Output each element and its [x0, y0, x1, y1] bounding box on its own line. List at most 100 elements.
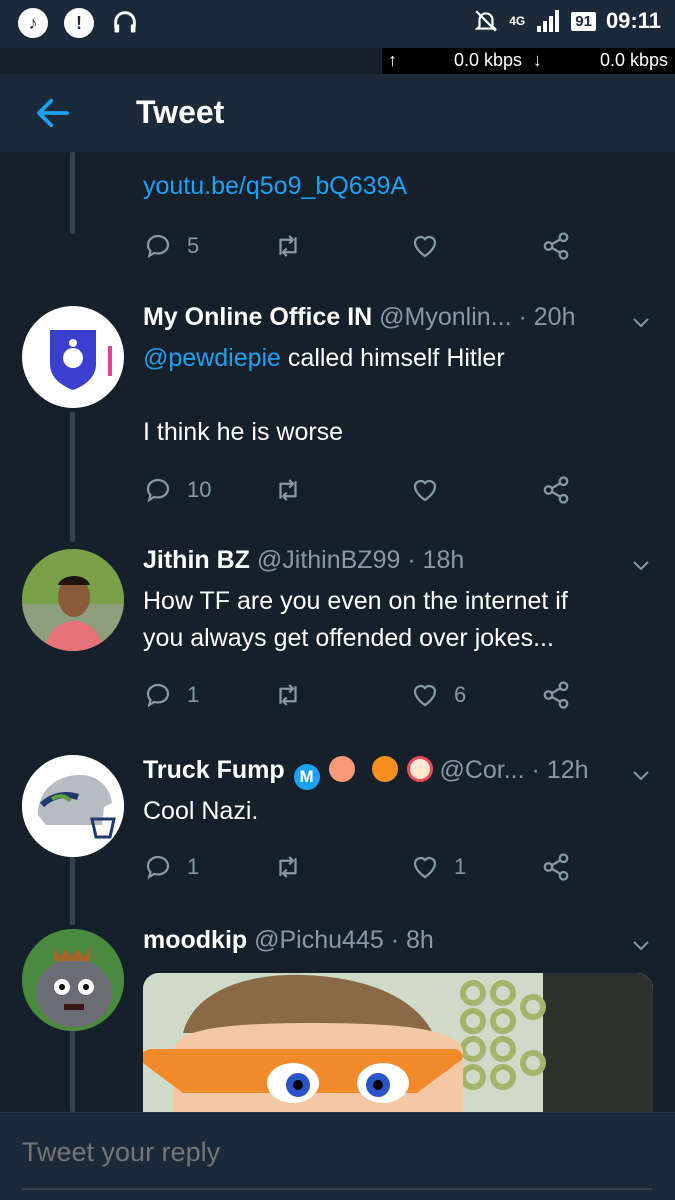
clock: 09:11: [605, 8, 661, 33]
chevron-down-icon[interactable]: [629, 933, 653, 957]
reply-count: 1: [187, 682, 200, 707]
heart-icon: [413, 479, 437, 502]
mention-link[interactable]: @pewdiepie: [143, 344, 281, 372]
tweet-media-image[interactable]: [143, 973, 653, 1113]
network-speed-bar: ↑ 0.0 kbps ↓ 0.0 kbps: [0, 48, 675, 74]
status-bar: ♪ ! 4G 91 09:11: [0, 0, 675, 48]
share-icon: [543, 681, 569, 709]
clown-emoji-icon: [406, 756, 433, 782]
chevron-down-icon[interactable]: [629, 553, 653, 577]
avatar[interactable]: [22, 929, 124, 1031]
like-count: 1: [454, 854, 467, 879]
tweet-header: moodkip @Pichu445 · 8h: [143, 923, 623, 957]
tweet-header: Truck Fump M @Cor... · 12h: [143, 753, 623, 790]
reply-button[interactable]: 5: [143, 226, 199, 266]
share-button[interactable]: [541, 226, 571, 266]
like-button[interactable]: 6: [410, 675, 466, 715]
heart-icon: [413, 235, 437, 258]
reply-underline: [22, 1188, 652, 1190]
avatar[interactable]: [22, 306, 124, 408]
tweet-text-line: I think he is worse: [143, 418, 344, 446]
avatar[interactable]: [22, 549, 124, 651]
battery-level: 91: [571, 11, 596, 31]
youtube-link[interactable]: youtu.be/q5o9_bQ639A: [143, 172, 407, 201]
thread-line: [70, 152, 75, 234]
retweet-button[interactable]: [273, 470, 303, 510]
retweet-icon: [279, 235, 297, 257]
chevron-down-icon[interactable]: [629, 763, 653, 787]
user-handle[interactable]: @Cor...: [439, 756, 524, 784]
download-speed: 0.0 kbps: [600, 50, 669, 70]
like-button[interactable]: [410, 226, 440, 266]
app-header: Tweet: [0, 74, 675, 152]
chevron-down-icon[interactable]: [629, 310, 653, 334]
tweet-actions: 1 6: [143, 675, 583, 715]
like-count: 6: [454, 682, 467, 707]
tweet-actions: 10: [143, 470, 583, 510]
retweet-icon: [279, 479, 297, 501]
like-button[interactable]: 1: [410, 847, 466, 887]
reply-composer: [0, 1112, 675, 1200]
reply-button[interactable]: 1: [143, 847, 199, 887]
heart-icon: [413, 856, 437, 879]
thread-line: [70, 412, 75, 542]
tweet-actions: 1 1: [143, 847, 583, 887]
reply-count: 10: [187, 477, 212, 502]
share-icon: [543, 853, 569, 881]
muted-bell-icon: [474, 10, 498, 32]
user-handle[interactable]: @JithinBZ99: [257, 546, 401, 574]
reply-icon: [146, 855, 170, 880]
share-icon: [543, 232, 569, 260]
peach-emoji-icon: [328, 756, 355, 782]
reply-count: 1: [187, 854, 200, 879]
upload-speed: 0.0 kbps: [454, 50, 523, 70]
tweet-text-line: @pewdiepie called himself Hitler: [143, 340, 643, 377]
tweet-time: · 8h: [390, 926, 434, 954]
user-handle[interactable]: @Myonlin...: [379, 303, 511, 331]
alert-shield-icon: !: [64, 8, 94, 38]
orange-emoji-icon: [371, 756, 398, 782]
music-note-icon: ♪: [18, 8, 48, 38]
tweet-header: Jithin BZ @JithinBZ99 · 18h: [143, 543, 623, 577]
share-button[interactable]: [541, 470, 571, 510]
tweet-time: · 18h: [407, 546, 465, 574]
user-handle[interactable]: @Pichu445: [254, 926, 384, 954]
retweet-button[interactable]: [273, 226, 303, 266]
tweet-header: My Online Office IN @Myonlin... · 20h: [143, 300, 623, 334]
tweet-text: called himself Hitler: [280, 344, 505, 372]
thread-line: [70, 1030, 75, 1112]
display-name[interactable]: moodkip: [143, 926, 247, 954]
tweet-time: · 12h: [531, 756, 589, 784]
share-button[interactable]: [541, 675, 571, 715]
tweet-time: · 20h: [518, 303, 576, 331]
retweet-icon: [279, 684, 297, 706]
display-name[interactable]: My Online Office IN: [143, 303, 372, 331]
reply-count: 5: [187, 233, 200, 258]
reply-icon: [146, 683, 170, 708]
page-title: Tweet: [136, 94, 225, 130]
reply-icon: [146, 234, 170, 259]
display-name[interactable]: Jithin BZ: [143, 546, 250, 574]
display-name[interactable]: Truck Fump: [143, 756, 285, 784]
reply-icon: [146, 478, 170, 503]
retweet-button[interactable]: [273, 847, 303, 887]
reply-button[interactable]: 1: [143, 675, 199, 715]
back-arrow-icon[interactable]: [32, 92, 74, 134]
retweet-button[interactable]: [273, 675, 303, 715]
reply-button[interactable]: 10: [143, 470, 211, 510]
tweet-text-line: How TF are you even on the internet if: [143, 587, 568, 615]
upload-arrow-icon: ↑: [388, 50, 397, 70]
heart-icon: [413, 684, 437, 707]
tweet-text-line: you always get offended over jokes...: [143, 624, 554, 652]
headphones-icon: [110, 8, 140, 38]
download-arrow-icon: ↓: [533, 50, 542, 70]
network-type: 4G: [509, 14, 526, 28]
reply-input[interactable]: [22, 1137, 376, 1168]
share-icon: [543, 476, 569, 504]
retweet-icon: [279, 856, 297, 878]
avatar[interactable]: [22, 755, 124, 857]
tweet-text-line: Cool Nazi.: [143, 797, 259, 825]
tweet-actions: 5: [143, 226, 583, 266]
like-button[interactable]: [410, 470, 440, 510]
share-button[interactable]: [541, 847, 571, 887]
